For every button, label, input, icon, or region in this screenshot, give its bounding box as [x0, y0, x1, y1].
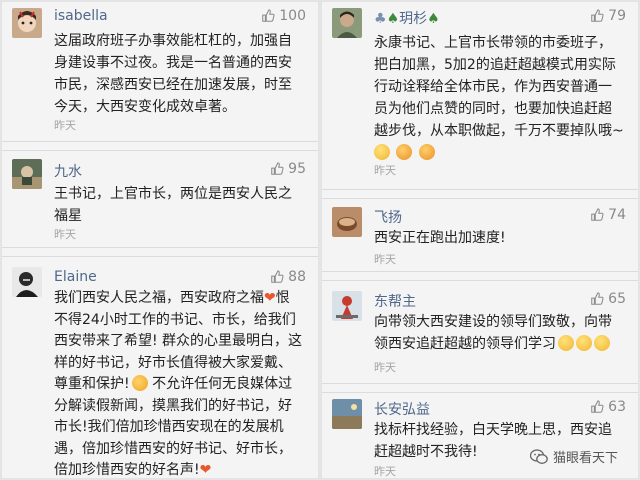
thumbs-up-icon	[591, 292, 604, 305]
comment-line: 市长!我们倍加珍惜西安现在的发展机	[54, 419, 284, 435]
like-count: 65	[608, 291, 626, 307]
emoji-row	[374, 142, 628, 164]
comment-line: 找标杆找经验，白天学晚上思，西安追	[374, 422, 612, 438]
like-count: 63	[608, 399, 626, 415]
tree-emoji-icon: ♠	[386, 11, 400, 27]
avatar[interactable]	[332, 207, 362, 237]
timestamp: 昨天	[54, 119, 76, 132]
comment-line: 样的好书记，好市长值得被大家爱戴、	[54, 354, 292, 371]
like-count: 100	[279, 8, 306, 24]
comment-line: 员为他们点赞的同时，也要加快追赶超	[374, 101, 612, 117]
comment-line: 西安正在跑出加速度!	[374, 230, 506, 246]
comment-line: 倍加珍惜西安的好名声!❤	[54, 462, 212, 478]
comment-text: 西安正在跑出加速度!	[374, 227, 628, 249]
like-count: 95	[288, 161, 306, 177]
like-button[interactable]: 100	[261, 8, 306, 24]
timestamp: 昨天	[374, 465, 396, 478]
left-comment-column: isabella 100 这届政府班子办事效能杠杠的，加强自 身建设事不过夜。我…	[2, 2, 318, 478]
thumbs-up-icon	[591, 9, 604, 22]
comment-line: 这届政府班子办事效能杠杠的，加强自	[54, 33, 292, 49]
username[interactable]: isabella	[54, 8, 108, 24]
comment-line: 西安带来了希望! 群众的心里最明白，这	[54, 333, 303, 349]
like-button[interactable]: 74	[590, 207, 626, 223]
username[interactable]: Elaine	[54, 269, 97, 285]
avatar[interactable]	[12, 159, 42, 189]
like-button[interactable]: 65	[590, 291, 626, 307]
comment-text: 我们西安人民之福，西安政府之福❤恨 不得24小时工作的书记、市长，给我们 西安带…	[54, 288, 308, 478]
watermark: 猫眼看天下	[529, 447, 618, 466]
comment-item: Elaine 88 我们西安人民之福，西安政府之福❤恨 不得24小时工作的书记、…	[2, 256, 318, 478]
username[interactable]: 九水	[54, 161, 82, 181]
comment-item: 东帮主 65 向带领大西安建设的领导们致敬，向带 领西安追赶超越的领导们学习 昨…	[322, 280, 638, 384]
smile-emoji-icon	[374, 144, 390, 160]
thumbs-up-icon	[271, 162, 284, 175]
comment-line: 市民，深感西安已经在加速发展，时至	[54, 77, 292, 93]
avatar[interactable]	[332, 8, 362, 38]
comment-text: 这届政府班子办事效能杠杠的，加强自 身建设事不过夜。我是一名普通的西安 市民，深…	[54, 30, 308, 118]
comment-line: 领西安追赶超越的领导们学习	[374, 333, 628, 355]
thumbs-up-icon	[591, 400, 604, 413]
timestamp: 昨天	[374, 361, 396, 374]
username[interactable]: 东帮主	[374, 291, 416, 311]
timestamp: 昨天	[54, 228, 76, 241]
like-button[interactable]: 79	[590, 8, 626, 24]
hat-emoji-icon: ♣	[374, 11, 387, 27]
comment-item: 飞扬 74 西安正在跑出加速度! 昨天	[322, 198, 638, 272]
like-button[interactable]: 88	[270, 269, 306, 285]
smile-emoji-icon	[594, 335, 610, 351]
like-button[interactable]: 63	[590, 399, 626, 415]
laugh-emoji-icon	[418, 144, 435, 160]
avatar[interactable]	[12, 267, 42, 297]
comment-item: isabella 100 这届政府班子办事效能杠杠的，加强自 身建设事不过夜。我…	[2, 2, 318, 142]
comment-line: 今天，大西安变化成效卓著。	[54, 99, 236, 115]
like-count: 79	[608, 8, 626, 24]
heart-emoji-icon: ❤	[264, 290, 276, 306]
timestamp: 昨天	[374, 253, 396, 266]
comment-item: 九水 95 王书记，上官市长，两位是西安人民之 福星 昨天	[2, 150, 318, 248]
laugh-emoji-icon	[396, 144, 413, 160]
heart-emoji-icon: ❤	[199, 462, 212, 478]
comment-text: 永康书记、上官市长带领的市委班子， 把白加黑，5加2的追赶超越模式用实际 行动诠…	[374, 32, 628, 164]
username[interactable]: 长安弘益	[374, 399, 430, 419]
comment-text: 王书记，上官市长，两位是西安人民之 福星	[54, 183, 308, 227]
thumbs-up-icon	[271, 270, 284, 283]
comment-line: 越步伐，从本职做起，千万不要掉队哦~	[374, 123, 624, 139]
comment-line: 尊重和保护! 不允许任何无良媒体过	[54, 375, 293, 392]
avatar[interactable]	[332, 291, 362, 321]
comment-line: 不得24小时工作的书记、市长，给我们	[54, 311, 296, 328]
avatar[interactable]	[12, 8, 42, 38]
like-count: 88	[288, 269, 306, 285]
comment-item: ♣♠玥杉♠ 79 永康书记、上官市长带领的市委班子， 把白加黑，5加2的追赶超越…	[322, 2, 638, 190]
comment-line: 行动诠释给全体市民，作为西安普通一	[374, 79, 612, 95]
comment-line: 遇，倍加珍惜西安的好书记、好市长，	[54, 440, 292, 457]
like-button[interactable]: 95	[270, 161, 306, 177]
comment-line: 向带领大西安建设的领导们致敬，向带	[374, 314, 612, 330]
thumbs-up-icon	[591, 208, 604, 221]
comment-line: 身建设事不过夜。我是一名普通的西安	[54, 55, 292, 71]
comment-line: 福星	[54, 208, 82, 224]
watermark-text: 猫眼看天下	[552, 451, 618, 466]
timestamp: 昨天	[374, 164, 396, 177]
like-count: 74	[608, 207, 626, 223]
right-comment-column: ♣♠玥杉♠ 79 永康书记、上官市长带领的市委班子， 把白加黑，5加2的追赶超越…	[322, 2, 638, 478]
comment-line: 永康书记、上官市长带领的市委班子，	[374, 35, 612, 51]
thumbs-up-icon	[262, 9, 275, 22]
comment-line: 王书记，上官市长，两位是西安人民之	[54, 186, 292, 202]
avatar[interactable]	[332, 399, 362, 429]
comment-line: 分解读假新闻，摸黑我们的好书记，好	[54, 397, 292, 414]
comment-text: 向带领大西安建设的领导们致敬，向带 领西安追赶超越的领导们学习	[374, 311, 628, 355]
comment-line: 我们西安人民之福，西安政府之福❤恨	[54, 290, 290, 306]
comment-line: 把白加黑，5加2的追赶超越模式用实际	[374, 57, 616, 73]
username[interactable]: ♣♠玥杉♠	[374, 8, 440, 28]
smile-emoji-icon	[558, 335, 574, 351]
smile-emoji-icon	[576, 335, 592, 351]
username[interactable]: 飞扬	[374, 207, 402, 227]
fist-emoji-icon	[131, 375, 148, 391]
tree-emoji-icon: ♠	[427, 11, 440, 27]
wechat-icon	[529, 448, 548, 464]
